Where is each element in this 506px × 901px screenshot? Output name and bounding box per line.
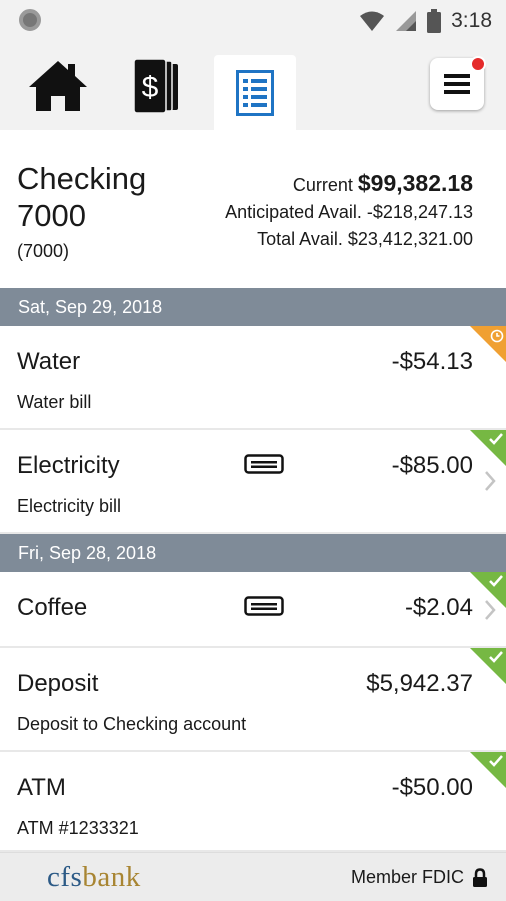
date-header: Sat, Sep 29, 2018 bbox=[0, 288, 506, 326]
battery-icon bbox=[427, 9, 442, 33]
transaction-row[interactable]: Deposit Deposit to Checking account $5,9… bbox=[0, 648, 506, 752]
date-header: Fri, Sep 28, 2018 bbox=[0, 534, 506, 572]
transaction-description: ATM #1233321 bbox=[17, 818, 139, 838]
total-label: Total Avail. bbox=[257, 229, 343, 249]
clock-icon bbox=[490, 329, 504, 343]
notification-dot-icon bbox=[19, 9, 41, 31]
member-fdic-text: Member FDIC bbox=[350, 867, 464, 887]
transaction-amount: -$85.00 bbox=[391, 452, 473, 479]
account-summary: Checking 7000 (7000) Current $99,382.18 … bbox=[0, 130, 506, 288]
status-bar: 3:18 bbox=[0, 0, 506, 42]
anticipated-label: Anticipated Avail. bbox=[225, 202, 362, 222]
nav-accounts-button[interactable]: $ bbox=[124, 42, 190, 130]
transaction-amount: -$54.13 bbox=[391, 348, 473, 375]
wifi-icon bbox=[360, 11, 385, 31]
transaction-row[interactable]: Water Water bill -$54.13 bbox=[0, 326, 506, 430]
dollar-cards-icon: $ bbox=[133, 58, 178, 114]
member-fdic: Member FDIC bbox=[351, 867, 488, 888]
cfsbank-logo: cfsbank bbox=[47, 861, 141, 894]
clock-time: 3:18 bbox=[451, 9, 492, 32]
transaction-row[interactable]: ATM ATM #1233321 -$50.00 bbox=[0, 752, 506, 852]
anticipated-balance-row: Anticipated Avail. -$218,247.13 bbox=[225, 199, 473, 226]
hamburger-menu-icon bbox=[444, 74, 470, 94]
transaction-description: Water bill bbox=[17, 392, 92, 412]
current-value: $99,382.18 bbox=[357, 170, 473, 196]
current-label: Current bbox=[292, 175, 353, 195]
transaction-description: Electricity bill bbox=[17, 496, 122, 516]
transaction-amount: -$2.04 bbox=[404, 594, 473, 621]
anticipated-value: -$218,247.13 bbox=[366, 202, 473, 222]
nav-home-button[interactable] bbox=[18, 42, 98, 130]
lock-icon bbox=[473, 867, 487, 887]
account-number: (7000) bbox=[17, 241, 70, 261]
checkmark-icon bbox=[489, 651, 503, 663]
home-icon bbox=[29, 61, 87, 111]
nav-activity-tab[interactable] bbox=[214, 55, 296, 130]
transaction-name: Coffee bbox=[17, 594, 88, 621]
checkmark-icon bbox=[489, 755, 503, 767]
transaction-amount: $5,942.37 bbox=[366, 670, 473, 697]
checkmark-icon bbox=[489, 433, 503, 445]
logo-text-cfs: cfs bbox=[47, 861, 83, 893]
current-balance-row: Current $99,382.18 bbox=[225, 170, 473, 199]
status-icons: 3:18 bbox=[359, 8, 492, 34]
checkmark-icon bbox=[489, 575, 503, 587]
footer: cfsbank Member FDIC bbox=[0, 852, 506, 901]
transaction-name: ATM bbox=[17, 774, 66, 801]
chevron-right-icon bbox=[485, 600, 496, 620]
cell-signal-icon bbox=[396, 11, 417, 31]
svg-text:$: $ bbox=[142, 71, 159, 104]
account-name: Checking 7000 bbox=[17, 161, 147, 233]
transaction-name: Electricity bbox=[17, 452, 120, 479]
transaction-name: Water bbox=[17, 348, 81, 375]
receipt-attachment-icon bbox=[244, 454, 284, 474]
document-list-icon bbox=[236, 69, 274, 116]
balances: Current $99,382.18 Anticipated Avail. -$… bbox=[225, 170, 473, 253]
receipt-attachment-icon bbox=[244, 596, 284, 616]
transaction-amount: -$50.00 bbox=[391, 774, 473, 801]
transaction-row[interactable]: Electricity Electricity bill -$85.00 bbox=[0, 430, 506, 534]
total-value: $23,412,321.00 bbox=[347, 229, 473, 249]
menu-button[interactable] bbox=[430, 56, 486, 110]
total-balance-row: Total Avail. $23,412,321.00 bbox=[225, 226, 473, 253]
transaction-description: Deposit to Checking account bbox=[17, 714, 247, 734]
transaction-name: Deposit bbox=[17, 670, 99, 697]
chevron-right-icon bbox=[485, 471, 496, 491]
transaction-row[interactable]: Coffee -$2.04 bbox=[0, 572, 506, 648]
notification-badge bbox=[470, 56, 486, 72]
logo-text-bank: bank bbox=[82, 861, 141, 893]
